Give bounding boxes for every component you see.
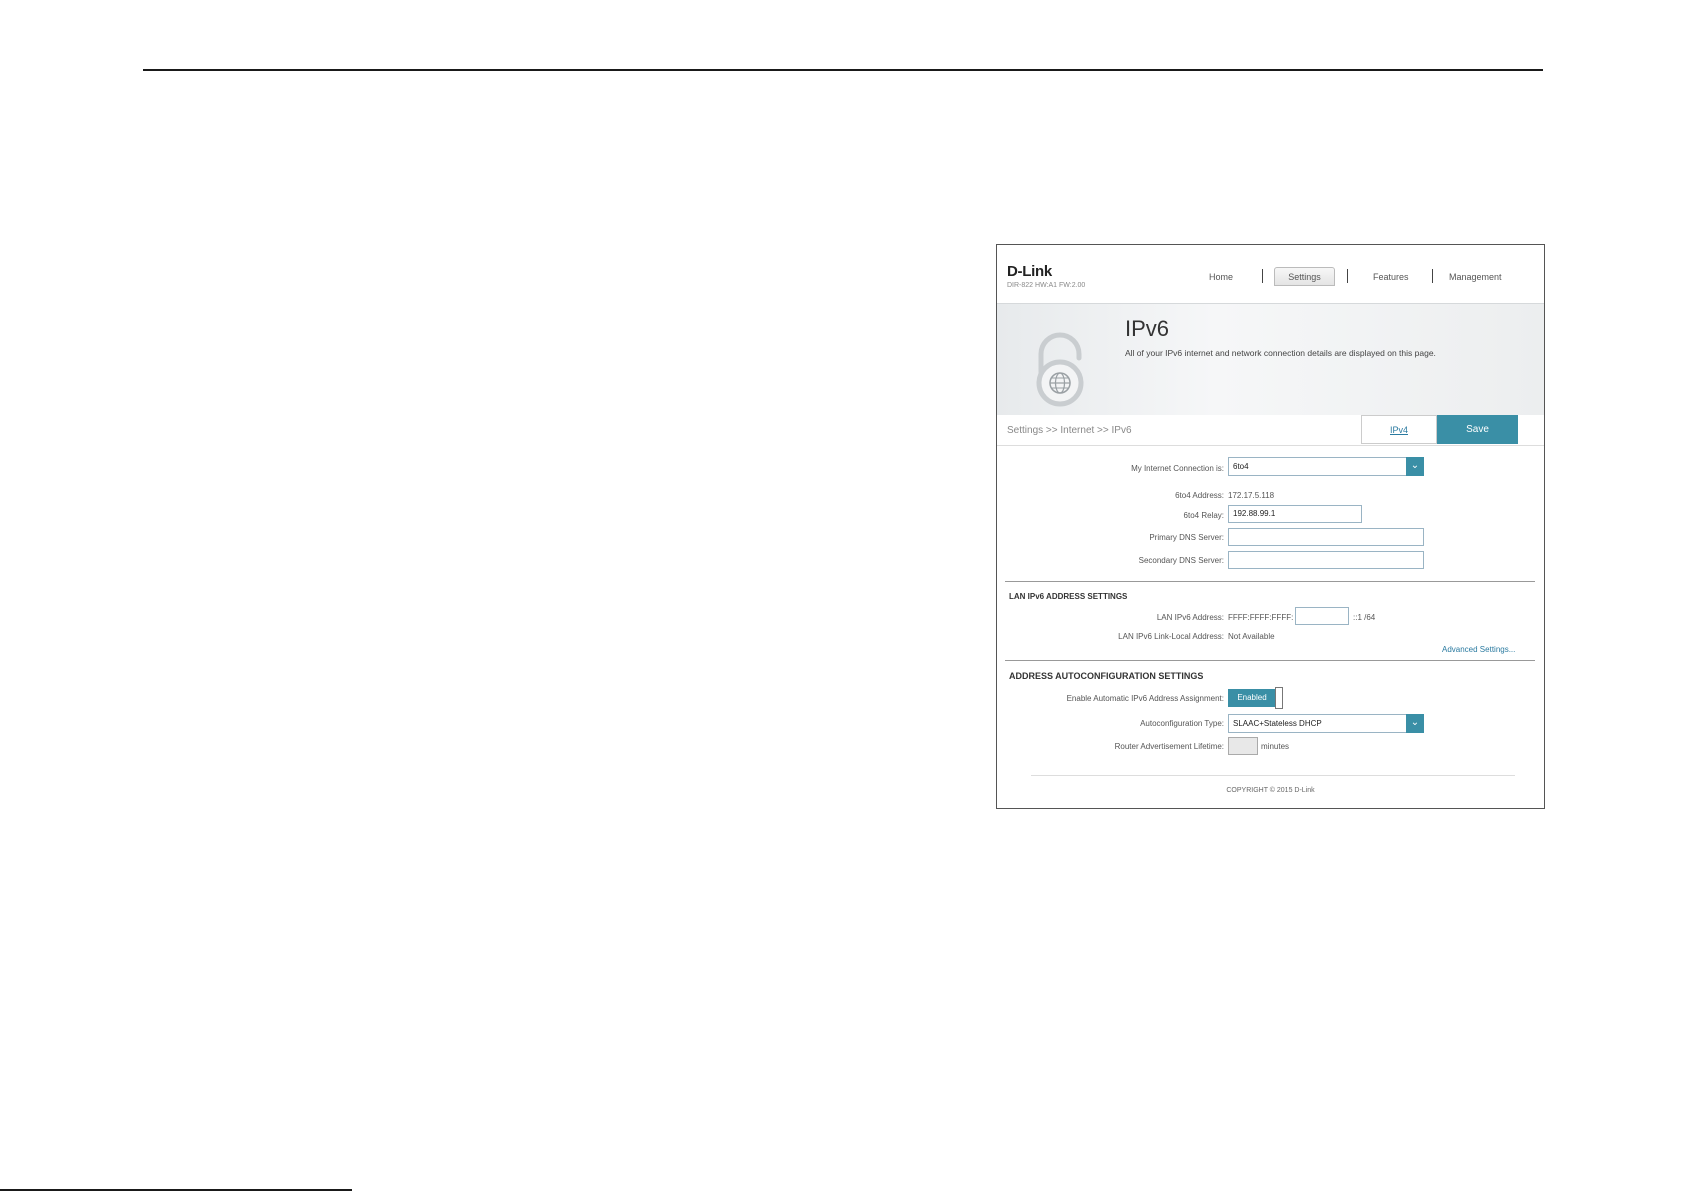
header: D-Link DIR-822 HW:A1 FW:2.00 Home Settin… bbox=[997, 245, 1544, 303]
my-connection-label: My Internet Connection is: bbox=[1131, 464, 1224, 473]
model-info: DIR-822 HW:A1 FW:2.00 bbox=[1007, 282, 1086, 289]
6to4-relay-input[interactable]: 192.88.99.1 bbox=[1228, 505, 1362, 523]
secondary-dns-input[interactable] bbox=[1228, 551, 1424, 569]
nav-home[interactable]: Home bbox=[1209, 272, 1233, 282]
dlink-logo: D-Link bbox=[1007, 263, 1052, 280]
breadcrumb: Settings >> Internet >> IPv6 bbox=[1007, 425, 1132, 436]
lan-ipv6-suffix: ::1 /64 bbox=[1353, 613, 1376, 622]
6to4-address-label: 6to4 Address: bbox=[1175, 491, 1224, 500]
nav-features[interactable]: Features bbox=[1373, 272, 1409, 282]
primary-dns-label: Primary DNS Server: bbox=[1149, 533, 1224, 542]
ra-lifetime-input[interactable] bbox=[1228, 737, 1258, 755]
lan-link-local-value: Not Available bbox=[1228, 632, 1275, 641]
toggle-knob[interactable] bbox=[1275, 687, 1283, 709]
save-button[interactable]: Save bbox=[1437, 415, 1518, 444]
lan-section-title: LAN IPv6 ADDRESS SETTINGS bbox=[1009, 592, 1128, 601]
toggle-state: Enabled bbox=[1228, 689, 1276, 707]
lan-ipv6-address-input[interactable] bbox=[1295, 607, 1349, 625]
page-title: IPv6 bbox=[1125, 316, 1170, 341]
lan-link-local-label: LAN IPv6 Link-Local Address: bbox=[1118, 632, 1224, 641]
connection-type-value: 6to4 bbox=[1233, 462, 1249, 471]
enable-autoconfig-label: Enable Automatic IPv6 Address Assignment… bbox=[1066, 694, 1224, 703]
nav-separator bbox=[1432, 269, 1433, 283]
section-divider bbox=[1005, 660, 1535, 661]
document-top-rule bbox=[143, 69, 1543, 71]
autoconfig-section-title: ADDRESS AUTOCONFIGURATION SETTINGS bbox=[1009, 671, 1204, 681]
ipv4-link-button[interactable]: IPv4 bbox=[1361, 415, 1437, 444]
nav-settings[interactable]: Settings bbox=[1274, 267, 1335, 286]
lan-ipv6-prefix: FFFF:FFFF:FFFF: bbox=[1228, 613, 1294, 622]
ra-lifetime-label: Router Advertisement Lifetime: bbox=[1114, 742, 1224, 751]
autoconfig-type-select[interactable]: SLAAC+Stateless DHCP ⌄ bbox=[1228, 714, 1424, 733]
connection-type-select[interactable]: 6to4 ⌄ bbox=[1228, 457, 1424, 476]
page-description: All of your IPv6 internet and network co… bbox=[1125, 348, 1436, 358]
autoconfig-type-label: Autoconfiguration Type: bbox=[1140, 719, 1224, 728]
nav-separator bbox=[1347, 269, 1348, 283]
advanced-settings-link[interactable]: Advanced Settings... bbox=[1442, 645, 1515, 654]
6to4-address-value: 172.17.5.118 bbox=[1228, 491, 1275, 500]
section-divider bbox=[1005, 581, 1535, 582]
chevron-down-icon[interactable]: ⌄ bbox=[1406, 714, 1424, 733]
footer-divider bbox=[1031, 775, 1515, 776]
primary-dns-input[interactable] bbox=[1228, 528, 1424, 546]
6to4-relay-label: 6to4 Relay: bbox=[1183, 511, 1224, 520]
ra-lifetime-unit: minutes bbox=[1261, 742, 1290, 751]
breadcrumb-bar: Settings >> Internet >> IPv6 IPv4 Save bbox=[997, 415, 1544, 446]
chevron-down-icon[interactable]: ⌄ bbox=[1406, 457, 1424, 476]
secondary-dns-label: Secondary DNS Server: bbox=[1138, 556, 1224, 565]
page-banner: IPv6 All of your IPv6 internet and netwo… bbox=[997, 303, 1544, 416]
router-settings-window: D-Link DIR-822 HW:A1 FW:2.00 Home Settin… bbox=[996, 244, 1545, 809]
enable-autoconfig-toggle[interactable]: Enabled bbox=[1228, 687, 1286, 709]
lock-globe-icon bbox=[1036, 332, 1084, 407]
copyright: COPYRIGHT © 2015 D-Link bbox=[1226, 787, 1315, 794]
nav-separator bbox=[1262, 269, 1263, 283]
nav-management[interactable]: Management bbox=[1449, 272, 1502, 282]
lan-ipv6-address-label: LAN IPv6 Address: bbox=[1156, 613, 1224, 622]
autoconfig-type-value: SLAAC+Stateless DHCP bbox=[1233, 719, 1322, 728]
